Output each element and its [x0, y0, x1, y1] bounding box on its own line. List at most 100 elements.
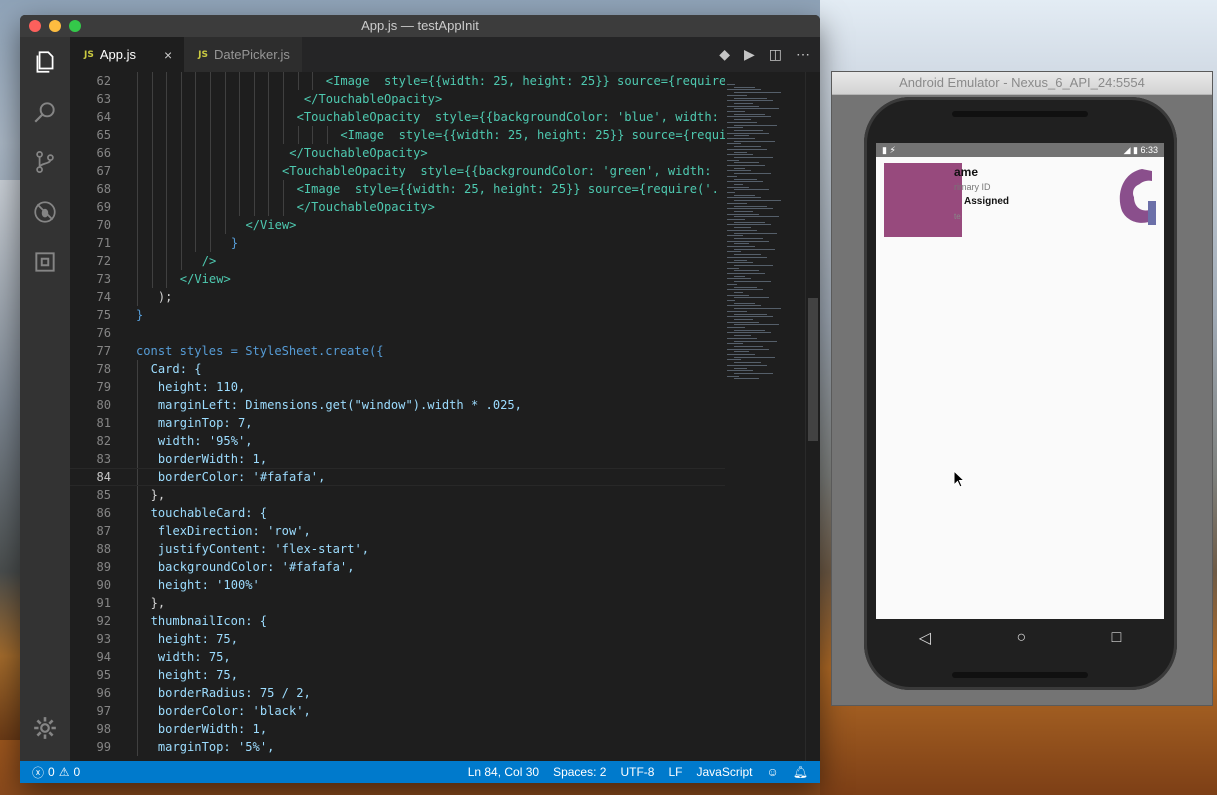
tab-datepicker-js[interactable]: JS DatePicker.js — [184, 37, 302, 72]
card-status: Assigned — [964, 196, 1010, 207]
tab-app-js[interactable]: JS App.js × — [70, 37, 185, 72]
code-text: borderRadius: 75 / 2, — [157, 686, 311, 700]
minimap-line — [727, 240, 769, 242]
code-line: 98 borderWidth: 1, — [70, 720, 725, 738]
minimap-line — [727, 343, 743, 345]
card-subtitle: rimary ID — [954, 182, 991, 192]
code-text: <Image style={{width: 25, height: 25}} s… — [340, 128, 725, 142]
title-bar: App.js — testAppInit — [20, 15, 820, 37]
extensions-button[interactable] — [20, 237, 70, 287]
code-line: 94 width: 75, — [70, 648, 725, 666]
indent-guide — [151, 90, 153, 108]
indent-guide — [151, 252, 153, 270]
back-icon[interactable]: ◁ — [919, 628, 931, 648]
split-editor-icon[interactable]: ◫ — [769, 46, 782, 63]
search-button[interactable] — [20, 87, 70, 137]
vertical-scrollbar[interactable] — [805, 72, 820, 761]
indent-guide — [151, 144, 153, 162]
bell-icon[interactable]: 🔔︎ — [793, 765, 808, 779]
code-text: </TouchableOpacity> — [296, 200, 435, 214]
indent-guide — [137, 486, 138, 504]
indent-guide — [210, 108, 211, 126]
minimap-line — [734, 313, 767, 315]
minimap-line — [727, 327, 745, 328]
scrollbar-thumb[interactable] — [808, 298, 818, 441]
minimap-line — [734, 151, 747, 153]
minimap-line — [727, 364, 767, 366]
manage-button[interactable] — [20, 703, 70, 753]
line-number: 92 — [96, 614, 111, 628]
minimap-line — [734, 86, 755, 88]
indent-guide — [137, 198, 138, 216]
problems-indicator[interactable]: ⓧ 0 ⚠ 0 — [20, 764, 80, 781]
smiley-icon[interactable]: ☺ — [767, 765, 779, 779]
indent-guide — [137, 108, 138, 126]
code-text: }, — [150, 488, 166, 502]
files-icon — [36, 51, 54, 73]
indent-guide — [239, 108, 241, 126]
debug-button[interactable] — [20, 187, 70, 237]
indent-guide — [283, 72, 284, 90]
phone-screen[interactable]: ▮ ⚡︎ ◢ ▮ 6:33 ame rimary ID Assigned te — [876, 143, 1164, 619]
indent-guide — [151, 180, 153, 198]
minimap-line — [727, 132, 769, 134]
line-number: 75 — [96, 308, 111, 322]
minimap-line — [734, 140, 775, 142]
minimap-line — [734, 254, 761, 256]
indent-guide — [210, 180, 211, 198]
code-text: thumbnailIcon: { — [150, 614, 268, 628]
minimap-line — [734, 200, 781, 202]
language-mode[interactable]: JavaScript — [696, 765, 752, 779]
indent-guide — [326, 126, 328, 144]
list-card[interactable]: ame rimary ID Assigned te — [876, 157, 1164, 237]
indent-guide — [210, 162, 211, 180]
indent-guide — [224, 90, 226, 108]
explorer-button[interactable] — [20, 37, 70, 87]
code-line: 62 <Image style={{width: 25, height: 25}}… — [70, 72, 725, 90]
minimap-line — [727, 224, 771, 226]
run-icon[interactable]: ▶ — [744, 46, 755, 63]
code-line: 93 height: 75, — [70, 630, 725, 648]
more-icon[interactable]: ⋯ — [796, 46, 810, 63]
indent-guide — [224, 144, 226, 162]
code-line: 64 <TouchableOpacity style={{backgroundCo… — [70, 108, 725, 126]
home-icon[interactable]: ○ — [1016, 629, 1026, 647]
top-speaker — [952, 111, 1088, 117]
code-line: 99 marginTop: '5%', — [70, 738, 725, 756]
close-tab-icon[interactable]: × — [164, 47, 172, 63]
indent-guide — [137, 360, 138, 378]
line-ending[interactable]: LF — [668, 765, 682, 779]
code-line: 86 touchableCard: { — [70, 504, 725, 522]
encoding[interactable]: UTF-8 — [620, 765, 654, 779]
indent-guide — [137, 72, 138, 90]
code-editor[interactable]: 62 <Image style={{width: 25, height: 25}}… — [70, 72, 725, 761]
minimap-line — [734, 378, 759, 380]
minimap-line — [734, 275, 745, 277]
minimap[interactable] — [725, 72, 805, 761]
indent-guide — [166, 252, 168, 270]
indent-guide — [224, 198, 226, 216]
code-text: touchableCard: { — [150, 506, 268, 520]
minimap-line — [734, 124, 777, 126]
code-line: 78 Card: { — [70, 360, 725, 378]
indent-guide — [210, 144, 211, 162]
minimap-line — [727, 267, 739, 269]
git-compare-icon[interactable]: ◆ — [719, 46, 730, 63]
indent-guide — [283, 108, 284, 126]
minimap-line — [734, 129, 763, 131]
minimap-line — [734, 221, 765, 223]
code-text: backgroundColor: '#fafafa', — [157, 560, 355, 574]
minimize-window-button[interactable] — [49, 20, 61, 32]
indent-guide — [180, 198, 182, 216]
indent-guide — [224, 72, 226, 90]
indentation[interactable]: Spaces: 2 — [553, 765, 606, 779]
close-window-button[interactable] — [29, 20, 41, 32]
cursor-position[interactable]: Ln 84, Col 30 — [468, 765, 539, 779]
status-bar: ⓧ 0 ⚠ 0 Ln 84, Col 30 Spaces: 2 UTF-8 LF… — [20, 761, 820, 783]
recents-icon[interactable]: □ — [1112, 629, 1122, 647]
zoom-window-button[interactable] — [69, 20, 81, 32]
source-control-button[interactable] — [20, 137, 70, 187]
indent-guide — [180, 162, 182, 180]
indent-guide — [253, 72, 255, 90]
code-text: <Image style={{width: 25, height: 25}} s… — [325, 74, 725, 88]
